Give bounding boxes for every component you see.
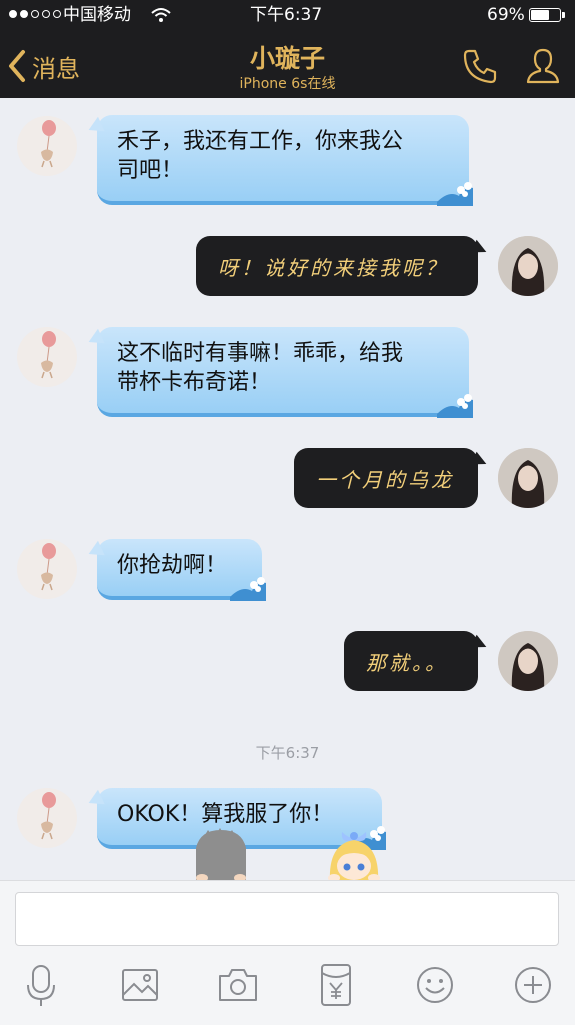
incoming-message-bubble[interactable]: 这不临时有事嘛！乖乖，给我 带杯卡布奇诺！ [97,327,473,418]
signal-strength-icon [9,10,61,18]
outgoing-message-bubble[interactable]: 那就。。 [344,631,478,691]
wave-decoration-icon [437,394,473,418]
camera-button[interactable] [216,963,260,1007]
balloon-cat-avatar-image [41,331,56,379]
user-photo-avatar-image [498,236,558,296]
peeking-blonde-girl-sticker [328,832,380,882]
carrier-name: 中国移动 [63,5,131,25]
red-packet-icon [321,964,351,1006]
message-text-line: 司吧！ [117,158,184,183]
my-avatar[interactable] [498,236,558,296]
status-time: 下午6:37 [250,5,323,25]
more-options-button[interactable] [511,963,555,1007]
incoming-message-bubble[interactable]: 你抢劫啊！ [97,539,266,601]
user-photo-avatar-image [498,448,558,508]
emoji-button[interactable] [413,963,457,1007]
contact-avatar[interactable] [17,116,77,176]
message-text-line: 你抢劫啊！ [117,553,228,578]
image-icon [122,969,158,1001]
user-photo-avatar-image [498,631,558,691]
message-text-line: 这不临时有事嘛！乖乖，给我 [117,341,404,366]
balloon-cat-avatar-image [41,543,56,591]
camera-icon [219,969,257,1001]
my-avatar[interactable] [498,448,558,508]
contact-avatar[interactable] [17,539,77,599]
wave-decoration-icon [230,577,266,601]
microphone-icon [27,965,55,1006]
red-packet-button[interactable] [314,963,358,1007]
message-text: 呀！说好的来接我呢？ [218,255,448,280]
plus-icon [515,967,551,1003]
message-text: 那就。。 [366,650,448,675]
battery-icon [529,8,565,22]
outgoing-message-bubble[interactable]: 一个月的乌龙 [294,448,478,508]
message-timestamp: 下午6:37 [255,744,320,762]
contact-avatar[interactable] [17,327,77,387]
outgoing-message-bubble[interactable]: 呀！说好的来接我呢？ [196,236,478,296]
my-avatar[interactable] [498,631,558,691]
contact-avatar[interactable] [17,788,77,848]
message-text-line: 带杯卡布奇诺！ [117,370,272,395]
battery-percent: 69% [487,5,525,25]
message-input[interactable] [15,892,559,946]
contact-profile-button[interactable] [523,46,563,86]
navigation-bar: 中国移动 下午6:37 69% 消息 小璇子 iPhone 6s在线 [0,0,575,98]
phone-icon [463,49,497,84]
voice-button[interactable] [19,963,63,1007]
balloon-cat-avatar-image [41,120,56,168]
user-icon [526,48,560,84]
message-text: 一个月的乌龙 [316,467,454,492]
emoji-icon [417,967,453,1003]
peeking-grey-character-sticker [196,828,246,882]
wifi-icon [151,8,171,22]
photo-button[interactable] [118,963,162,1007]
wave-decoration-icon [437,182,473,206]
message-text-line: 禾子，我还有工作，你来我公 [117,129,404,154]
call-button[interactable] [460,46,500,86]
balloon-cat-avatar-image [41,792,56,840]
incoming-message-bubble[interactable]: 禾子，我还有工作，你来我公 司吧！ [97,115,473,206]
